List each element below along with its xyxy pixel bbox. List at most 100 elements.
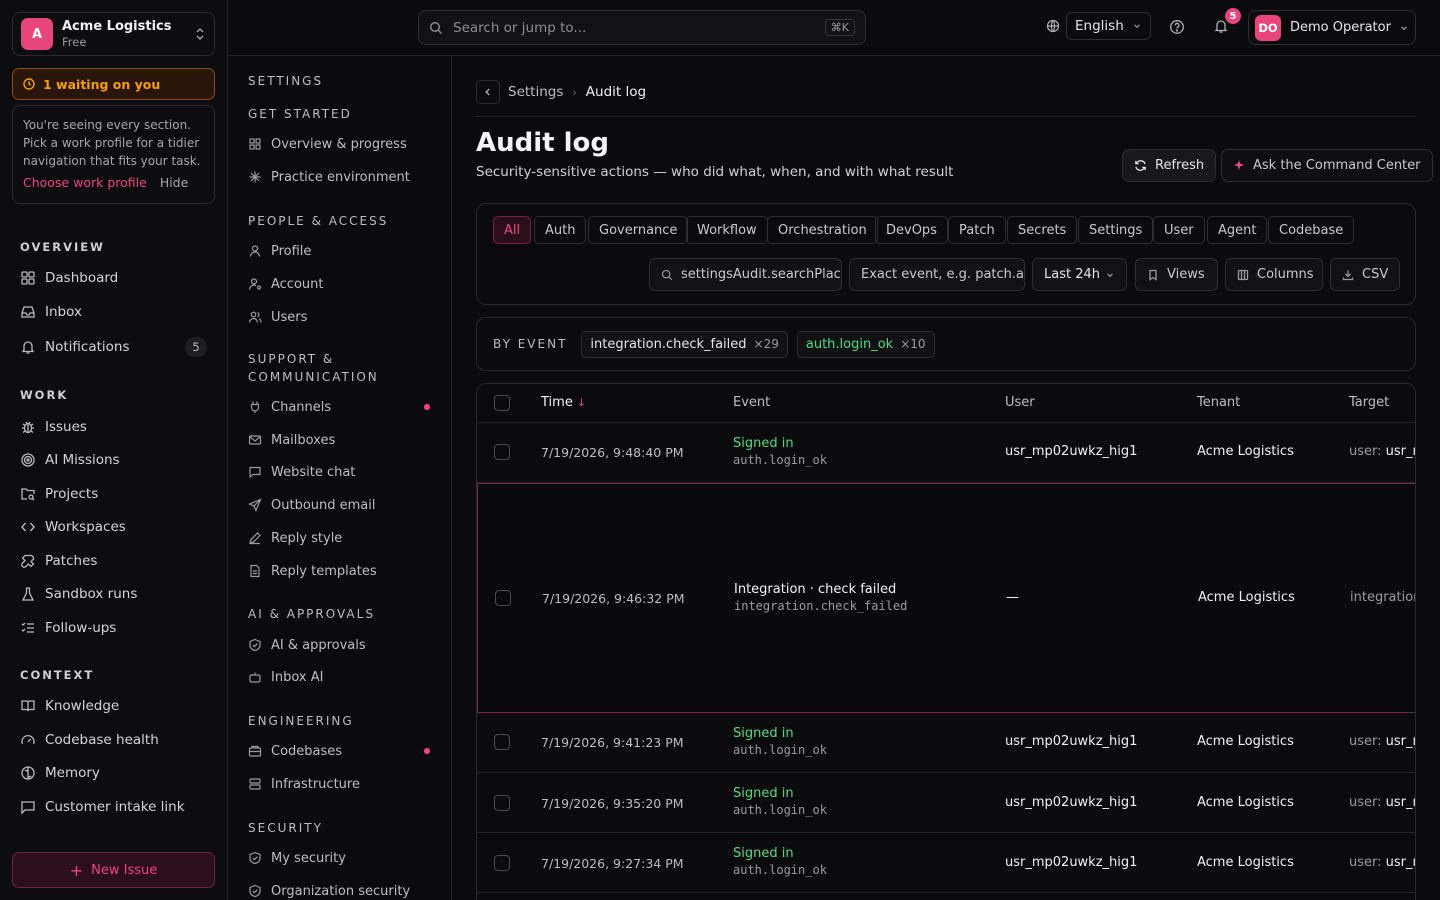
column-header-user[interactable]: User [1005,395,1035,410]
new-issue-button[interactable]: + New Issue [12,852,215,888]
subnav-item-org-security[interactable]: Organization security [248,878,438,900]
subnav-item-mailboxes[interactable]: Mailboxes [248,427,438,453]
subnav-item-inbox-ai[interactable]: Inbox AI [248,664,438,690]
hide-profile-card-link[interactable]: Hide [160,175,189,190]
filter-chip-governance[interactable]: Governance [588,216,689,244]
waiting-banner[interactable]: 1 waiting on you [12,68,215,100]
back-button[interactable] [476,80,500,104]
filter-chip-user[interactable]: User [1153,216,1205,244]
nav-item-dashboard[interactable]: Dashboard [12,263,215,293]
top-bar: Search or jump to... ⌘K English 5 DO Dem… [228,0,1440,56]
org-plan: Free [62,34,87,49]
breadcrumb-settings-link[interactable]: Settings [508,84,563,100]
sparkle-icon [248,170,262,184]
filter-chip-agent[interactable]: Agent [1207,216,1268,244]
nav-item-follow-ups[interactable]: Follow-ups [12,613,215,643]
column-header-tenant[interactable]: Tenant [1197,395,1240,410]
table-row[interactable]: 7/19/2026, 9:41:23 PM Signed in auth.log… [477,713,1415,773]
nav-item-projects[interactable]: Projects [12,479,215,509]
table-row[interactable]: 7/19/2026, 9:27:34 PM Signed in auth.log… [477,833,1415,893]
subnav-item-outbound-email[interactable]: Outbound email [248,492,438,518]
nav-item-customer-intake-link[interactable]: Customer intake link [12,792,215,822]
subnav-item-reply-style[interactable]: Reply style [248,525,438,551]
nav-item-ai-missions[interactable]: AI Missions [12,445,215,475]
column-header-target[interactable]: Target [1349,395,1389,410]
audit-log-page: Settings › Audit log Audit log Security-… [452,56,1440,900]
filter-chip-codebase[interactable]: Codebase [1268,216,1355,244]
table-row[interactable]: 7/19/2026, 9:35:20 PM Signed in auth.log… [477,773,1415,833]
filter-chip-all[interactable]: All [493,216,532,244]
bell-icon [20,339,36,355]
subnav-item-profile[interactable]: Profile [248,238,438,264]
csv-export-button[interactable]: CSV [1330,258,1400,291]
global-search[interactable]: Search or jump to... ⌘K [418,10,866,45]
filter-chip-settings[interactable]: Settings [1078,216,1154,244]
user-menu-button[interactable]: DO Demo Operator [1248,10,1416,45]
nav-item-patches[interactable]: Patches [12,546,215,576]
nav-item-inbox[interactable]: Inbox [12,297,215,327]
row-checkbox[interactable] [494,444,510,460]
row-checkbox[interactable] [494,734,510,750]
nav-item-notifications[interactable]: Notifications 5 [12,332,215,362]
subnav-item-users[interactable]: Users [248,304,438,330]
filters-panel: All Auth Governance Workflow Orchestrati… [476,203,1416,305]
subnav-item-reply-templates[interactable]: Reply templates [248,558,438,584]
subnav-item-channels[interactable]: Channels [248,394,438,420]
nav-item-issues[interactable]: Issues [12,412,215,442]
work-profile-text: You're seeing every section. Pick a work… [23,118,201,168]
event-chip-auth-login-ok[interactable]: auth.login_ok ×10 [796,330,935,358]
row-checkbox[interactable] [494,855,510,871]
subnav-item-practice[interactable]: Practice environment [248,164,438,190]
choose-work-profile-link[interactable]: Choose work profile [23,175,147,190]
nav-label: Sandbox runs [45,586,138,602]
subnav-label: Website chat [271,464,356,480]
nav-item-memory[interactable]: Memory [12,758,215,788]
filter-chip-auth[interactable]: Auth [534,216,587,244]
time-range-select[interactable]: Last 24h [1032,258,1127,291]
filter-chip-secrets[interactable]: Secrets [1007,216,1078,244]
send-icon [248,498,262,512]
subnav-item-website-chat[interactable]: Website chat [248,459,438,485]
column-header-time[interactable]: Time ↓ [541,395,586,410]
row-checkbox[interactable] [494,795,510,811]
ask-command-center-button[interactable]: Ask the Command Center [1221,149,1433,182]
nav-item-knowledge[interactable]: Knowledge [12,691,215,721]
column-header-event[interactable]: Event [733,395,770,410]
filter-chip-workflow[interactable]: Workflow [686,216,768,244]
row-tenant: Acme Logistics [1198,590,1295,605]
nav-item-workspaces[interactable]: Workspaces [12,512,215,542]
nav-item-codebase-health[interactable]: Codebase health [12,725,215,755]
subnav-item-codebases[interactable]: Codebases [248,738,438,764]
group-engineering: ENGINEERING [248,714,354,728]
table-row[interactable]: 7/19/2026, 9:48:40 PM Signed in auth.log… [477,423,1415,483]
nav-label: Patches [45,553,98,569]
folder-search-icon [20,486,36,502]
by-event-panel: BY EVENT integration.check_failed ×29 au… [476,317,1416,371]
subnav-item-ai-approvals[interactable]: AI & approvals [248,632,438,658]
row-tenant: Acme Logistics [1197,444,1294,459]
chevron-down-icon [1105,270,1115,280]
subnav-item-account[interactable]: Account [248,271,438,297]
columns-button[interactable]: Columns [1225,258,1323,291]
filter-chip-devops[interactable]: DevOps [875,216,948,244]
select-all-checkbox[interactable] [494,395,510,411]
table-row-selected[interactable]: 7/19/2026, 9:46:32 PM Integration · chec… [477,483,1415,713]
filter-chip-orchestration[interactable]: Orchestration [767,216,878,244]
nav-item-sandbox-runs[interactable]: Sandbox runs [12,579,215,609]
language-select[interactable]: English [1066,12,1151,40]
views-button[interactable]: Views [1135,258,1218,291]
help-icon[interactable] [1169,19,1185,35]
row-target: user: usr_mp02uwkz_hig1 [1349,444,1415,459]
refresh-button[interactable]: Refresh [1122,149,1217,182]
subnav-item-overview[interactable]: Overview & progress [248,131,438,157]
exact-event-input[interactable]: Exact event, e.g. patch.a [849,258,1025,291]
subnav-item-infrastructure[interactable]: Infrastructure [248,771,438,797]
subnav-item-my-security[interactable]: My security [248,845,438,871]
audit-search-input[interactable]: settingsAudit.searchPlaceholder [649,258,842,291]
org-switcher[interactable]: A Acme Logistics Free [12,12,215,56]
user-icon [248,244,262,258]
event-chip-integration-check-failed[interactable]: integration.check_failed ×29 [581,330,788,358]
filter-chip-patch[interactable]: Patch [948,216,1006,244]
row-checkbox[interactable] [495,590,511,606]
row-time: 7/19/2026, 9:48:40 PM [541,445,684,460]
